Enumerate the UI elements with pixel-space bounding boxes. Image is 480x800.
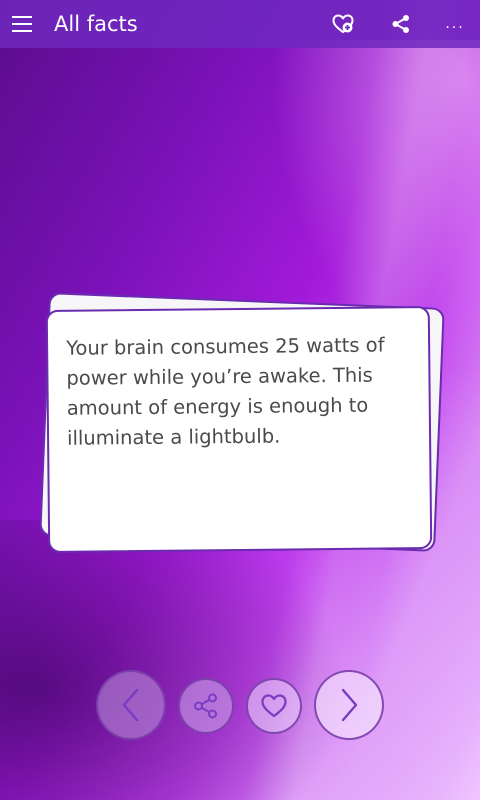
next-button[interactable] <box>314 670 384 740</box>
menu-button[interactable] <box>0 0 44 48</box>
chevron-right-icon <box>341 688 358 722</box>
share-icon <box>194 693 217 719</box>
chevron-left-icon <box>122 688 139 722</box>
heart-icon <box>261 694 287 718</box>
share-icon <box>392 15 409 33</box>
more-options-button[interactable]: ... <box>430 16 480 32</box>
heart-plus-icon <box>332 14 354 34</box>
favorite-button[interactable] <box>246 678 302 734</box>
previous-button[interactable] <box>96 670 166 740</box>
add-favorite-button[interactable] <box>314 0 372 48</box>
fact-controls <box>0 670 480 746</box>
hamburger-icon <box>12 14 32 35</box>
share-top-button[interactable] <box>372 0 430 48</box>
share-button[interactable] <box>178 678 234 734</box>
fact-card: Your brain consumes 25 watts of power wh… <box>45 305 433 554</box>
page-title: All facts <box>54 12 138 36</box>
fact-text: Your brain consumes 25 watts of power wh… <box>66 333 385 450</box>
app-screen: All facts ... Your brain consumes 25 wat… <box>0 0 480 800</box>
top-app-bar: All facts ... <box>0 0 480 48</box>
